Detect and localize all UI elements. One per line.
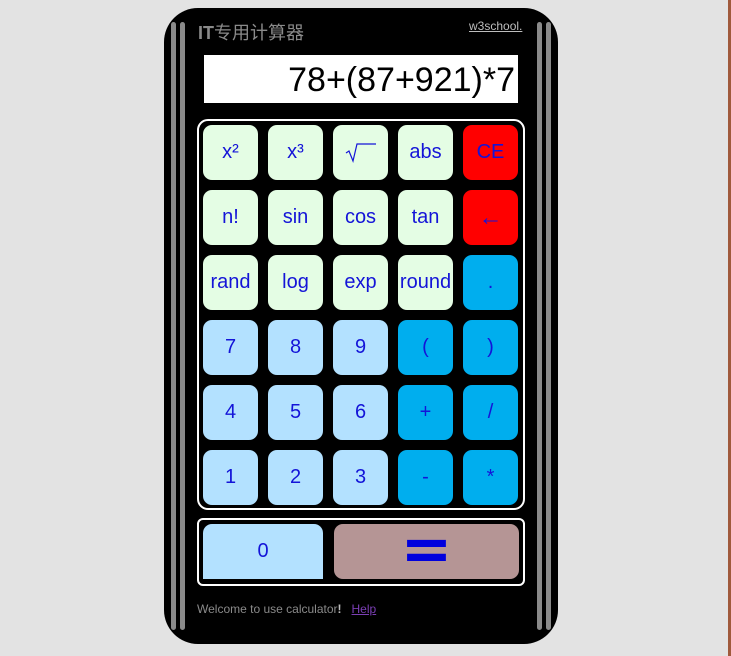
tan-button[interactable]: tan (398, 190, 453, 245)
digit-1-button[interactable]: 1 (203, 450, 258, 505)
digit-0-button[interactable]: 0 (203, 524, 323, 579)
plus-button[interactable]: + (398, 385, 453, 440)
sin-button[interactable]: sin (268, 190, 323, 245)
exp-button[interactable]: exp (333, 255, 388, 310)
app-title-text: 专用计算器 (214, 23, 304, 44)
round-button[interactable]: round (398, 255, 453, 310)
right-inner-stripe (537, 22, 542, 630)
cube-button[interactable]: x³ (268, 125, 323, 180)
digit-9-button[interactable]: 9 (333, 320, 388, 375)
sqrt-button[interactable] (333, 125, 388, 180)
equals-button[interactable]: = (334, 517, 519, 579)
digit-4-button[interactable]: 4 (203, 385, 258, 440)
abs-button[interactable]: abs (398, 125, 453, 180)
cos-button[interactable]: cos (333, 190, 388, 245)
welcome-exclaim: ! (337, 602, 342, 616)
equals-label: = (400, 511, 453, 585)
factorial-button[interactable]: n! (203, 190, 258, 245)
welcome-text: Welcome to use calculator (197, 602, 338, 616)
footer: Welcome to use calculator! Help (197, 602, 376, 616)
clear-button[interactable]: CE (463, 125, 518, 180)
backspace-button[interactable]: ← (463, 190, 518, 245)
calculator-device: IT专用计算器 w3school. 78+(87+921)*7 x² x³ ab… (164, 8, 558, 644)
digit-5-button[interactable]: 5 (268, 385, 323, 440)
digit-3-button[interactable]: 3 (333, 450, 388, 505)
right-outer-stripe (546, 22, 551, 630)
divide-button[interactable]: / (463, 385, 518, 440)
calculator-display: 78+(87+921)*7 (204, 55, 518, 103)
multiply-button[interactable]: * (463, 450, 518, 505)
square-button[interactable]: x² (203, 125, 258, 180)
minus-button[interactable]: - (398, 450, 453, 505)
sqrt-icon (345, 142, 376, 163)
digit-7-button[interactable]: 7 (203, 320, 258, 375)
help-link[interactable]: Help (352, 602, 377, 616)
digit-2-button[interactable]: 2 (268, 450, 323, 505)
log-button[interactable]: log (268, 255, 323, 310)
left-paren-button[interactable]: ( (398, 320, 453, 375)
digit-8-button[interactable]: 8 (268, 320, 323, 375)
site-link[interactable]: w3school. (469, 19, 522, 33)
app-title: IT专用计算器 (198, 19, 304, 45)
decimal-button[interactable]: . (463, 255, 518, 310)
digit-6-button[interactable]: 6 (333, 385, 388, 440)
left-inner-stripe (180, 22, 185, 630)
app-title-prefix: IT (198, 23, 214, 43)
left-outer-stripe (171, 22, 176, 630)
rand-button[interactable]: rand (203, 255, 258, 310)
right-paren-button[interactable]: ) (463, 320, 518, 375)
